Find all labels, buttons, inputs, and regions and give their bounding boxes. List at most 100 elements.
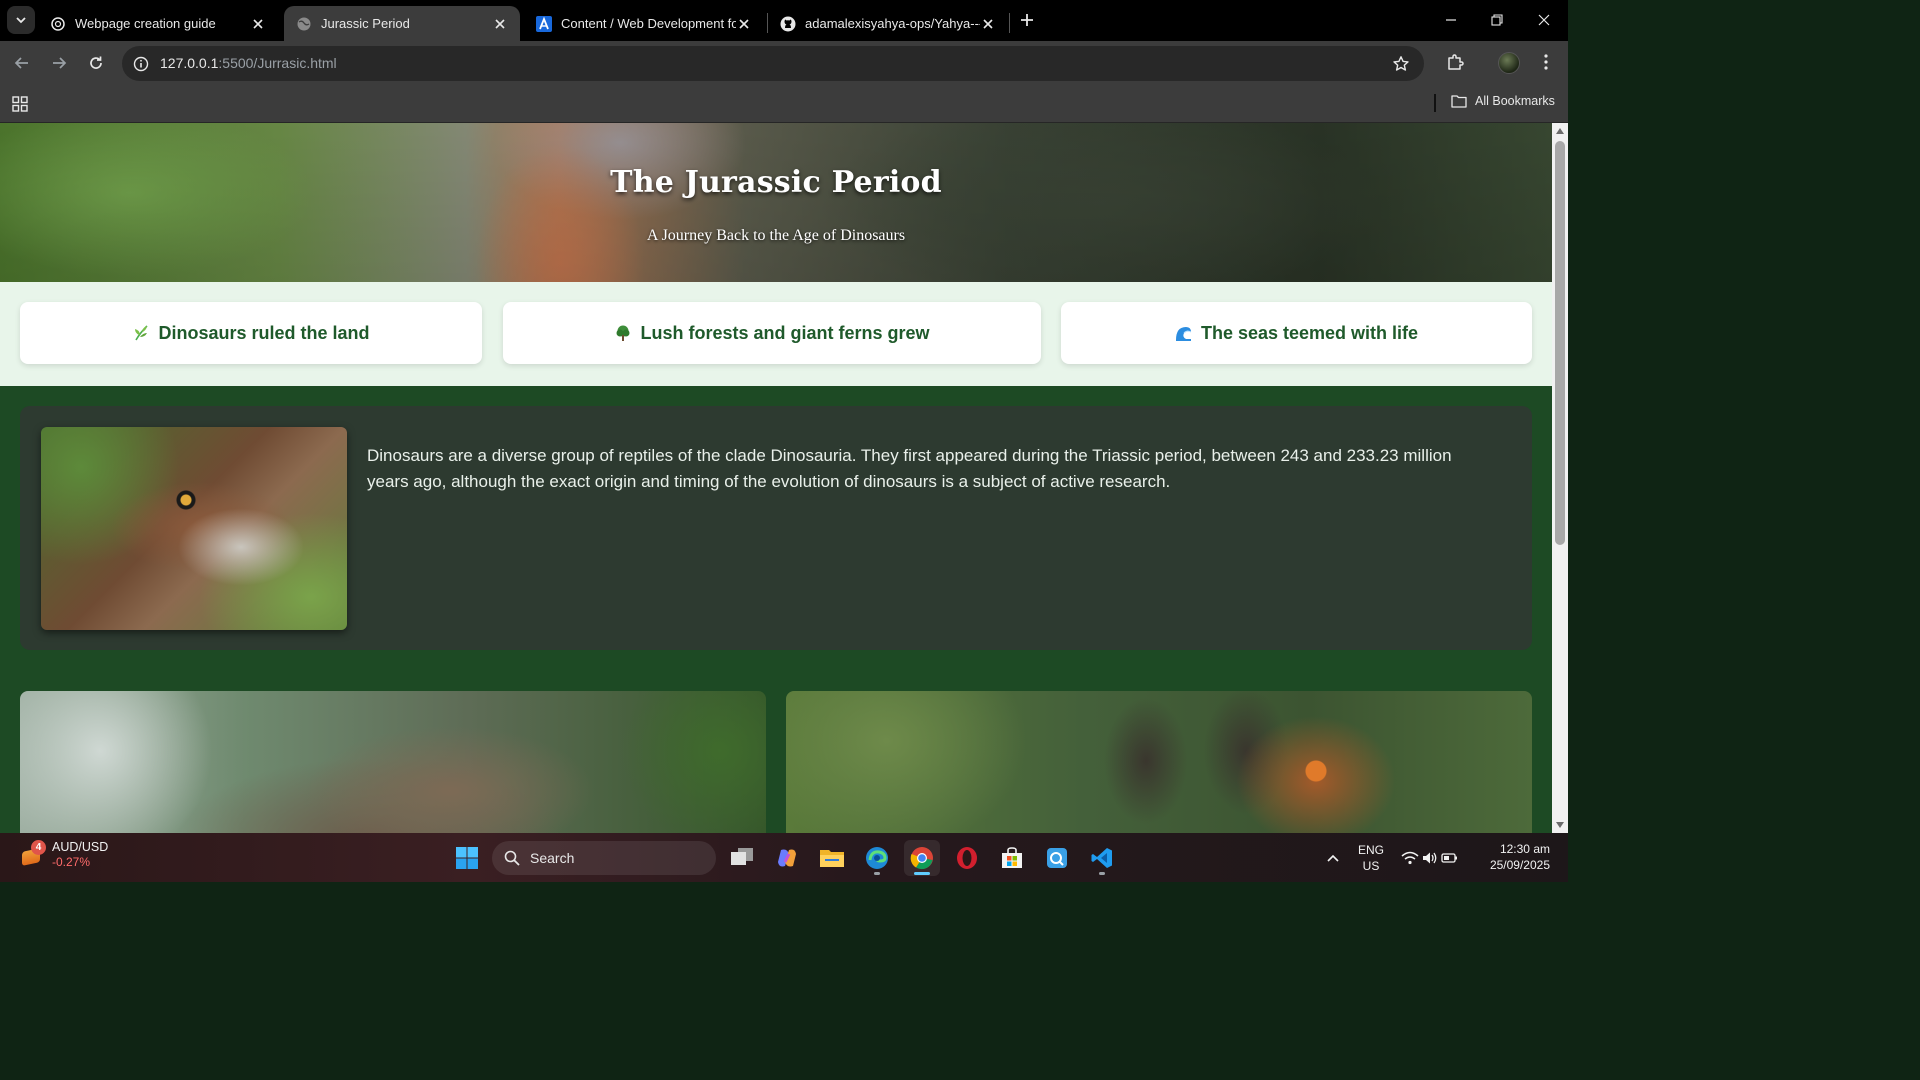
all-bookmarks-label: All Bookmarks <box>1475 94 1555 108</box>
close-icon[interactable] <box>736 16 752 32</box>
system-tray-status[interactable] <box>1398 840 1462 876</box>
page-scrollbar[interactable] <box>1552 123 1568 833</box>
scrollbar-thumb[interactable] <box>1555 141 1565 545</box>
start-button[interactable] <box>449 840 485 876</box>
fact-card-seas: The seas teemed with life <box>1061 302 1532 364</box>
clock-time: 12:30 am <box>1499 842 1550 856</box>
url-text[interactable]: 127.0.0.1:5500/Jurrasic.html <box>160 55 337 71</box>
bookmarks-bar: All Bookmarks <box>0 85 1568 123</box>
widget-change: -0.27% <box>52 855 91 869</box>
facts-section: Dinosaurs ruled the land Lush forests an… <box>0 282 1552 386</box>
chrome-button[interactable] <box>904 840 940 876</box>
bookmark-star-button[interactable] <box>1390 53 1412 75</box>
tab-search-button[interactable] <box>7 6 35 34</box>
file-explorer-button[interactable] <box>814 840 850 876</box>
trex-image <box>20 691 766 833</box>
new-tab-button[interactable] <box>1016 9 1038 31</box>
language-line1: ENG <box>1358 843 1385 857</box>
vscode-icon <box>1091 848 1112 868</box>
browser-toolbar: 127.0.0.1:5500/Jurrasic.html <box>0 41 1568 85</box>
intro-card: Dinosaurs are a diverse group of reptile… <box>20 406 1532 650</box>
forward-button[interactable] <box>45 49 73 77</box>
system-clock[interactable]: 12:30 am 25/09/2025 <box>1480 841 1550 873</box>
battery-icon <box>1441 853 1457 863</box>
microsoft-store-button[interactable] <box>994 840 1030 876</box>
grid-icon <box>12 96 28 112</box>
opera-button[interactable] <box>949 840 985 876</box>
windows-taskbar: 4 AUD/USD -0.27% Search ENG US 12:30 am … <box>0 833 1568 882</box>
chart-icon: 4 <box>18 839 46 868</box>
close-window-button[interactable] <box>1521 0 1567 40</box>
tab-jurassic-period[interactable]: Jurassic Period <box>284 6 520 41</box>
app-icon <box>1047 848 1067 868</box>
tab-title: Jurassic Period <box>321 16 410 31</box>
globe-icon <box>296 16 312 32</box>
url-path: :5500/Jurrasic.html <box>218 55 337 71</box>
clock-date: 25/09/2025 <box>1489 858 1550 872</box>
widget-symbol: AUD/USD <box>52 840 109 854</box>
hero-banner: The Jurassic Period A Journey Back to th… <box>0 123 1552 282</box>
fact-label: Dinosaurs ruled the land <box>158 322 370 343</box>
opera-icon <box>957 847 977 869</box>
page-title: The Jurassic Period <box>610 165 942 200</box>
edge-icon <box>866 847 888 869</box>
chatgpt-icon <box>50 16 66 32</box>
scroll-up-arrow-icon[interactable] <box>1556 128 1564 134</box>
arrow-right-icon <box>53 57 67 69</box>
folder-icon <box>820 850 844 867</box>
edge-button[interactable] <box>859 840 895 876</box>
task-view-button[interactable] <box>724 840 760 876</box>
plus-icon <box>1021 14 1033 26</box>
scroll-down-arrow-icon[interactable] <box>1556 822 1564 828</box>
puzzle-icon <box>1448 54 1464 70</box>
teams-app-button[interactable] <box>1039 840 1075 876</box>
close-icon[interactable] <box>250 16 266 32</box>
fact-label: Lush forests and giant ferns grew <box>640 322 930 343</box>
language-indicator[interactable]: ENG US <box>1358 842 1384 874</box>
copilot-button[interactable] <box>769 840 805 876</box>
tab-webpage-creation-guide[interactable]: Webpage creation guide <box>38 6 278 41</box>
tab-strip: Webpage creation guide Jurassic Period C… <box>0 0 1568 41</box>
stock-widget[interactable]: 4 AUD/USD -0.27% <box>18 839 109 869</box>
profile-avatar[interactable] <box>1498 52 1520 74</box>
site-info-icon[interactable] <box>130 53 152 75</box>
tree-icon <box>614 324 632 342</box>
windows-logo-icon <box>456 847 478 869</box>
close-icon[interactable] <box>980 16 996 32</box>
extensions-button[interactable] <box>1443 50 1467 74</box>
show-hidden-icons-button[interactable] <box>1315 840 1351 876</box>
vscode-button[interactable] <box>1084 840 1120 876</box>
restore-button[interactable] <box>1474 0 1520 40</box>
tab-title: Content / Web Development fo <box>561 16 736 31</box>
restore-icon <box>1491 14 1503 26</box>
search-icon <box>504 850 520 866</box>
language-line2: US <box>1362 859 1380 873</box>
fact-label: The seas teemed with life <box>1200 322 1419 343</box>
minimize-button[interactable] <box>1428 0 1474 40</box>
search-label: Search <box>530 850 575 866</box>
copilot-icon <box>778 849 796 867</box>
page-subtitle: A Journey Back to the Age of Dinosaurs <box>646 227 906 244</box>
arrow-left-icon <box>14 57 28 69</box>
address-bar[interactable]: 127.0.0.1:5500/Jurrasic.html <box>122 46 1424 81</box>
store-icon <box>1002 847 1022 868</box>
all-bookmarks-button[interactable]: All Bookmarks <box>1451 94 1555 108</box>
more-vertical-icon <box>1544 54 1548 70</box>
browser-menu-button[interactable] <box>1536 50 1556 74</box>
triceratops-image <box>786 691 1532 833</box>
bookmarks-divider <box>1434 94 1436 112</box>
tab-github-repo[interactable]: adamalexisyahya-ops/Yahya---F <box>768 6 1008 41</box>
chevron-down-icon <box>16 17 26 24</box>
back-button[interactable] <box>8 49 36 77</box>
notification-badge: 4 <box>31 839 46 855</box>
volume-icon <box>1423 852 1437 864</box>
tab-title: adamalexisyahya-ops/Yahya---F <box>805 16 980 31</box>
atlassian-icon <box>536 15 552 32</box>
apps-button[interactable] <box>10 94 30 114</box>
taskbar-search[interactable]: Search <box>492 841 716 875</box>
task-view-icon <box>731 848 753 865</box>
reload-button[interactable] <box>82 49 110 77</box>
tab-content-web-development[interactable]: Content / Web Development fo <box>524 6 764 41</box>
close-icon[interactable] <box>492 16 508 32</box>
dinosaur-head-image <box>41 427 347 630</box>
